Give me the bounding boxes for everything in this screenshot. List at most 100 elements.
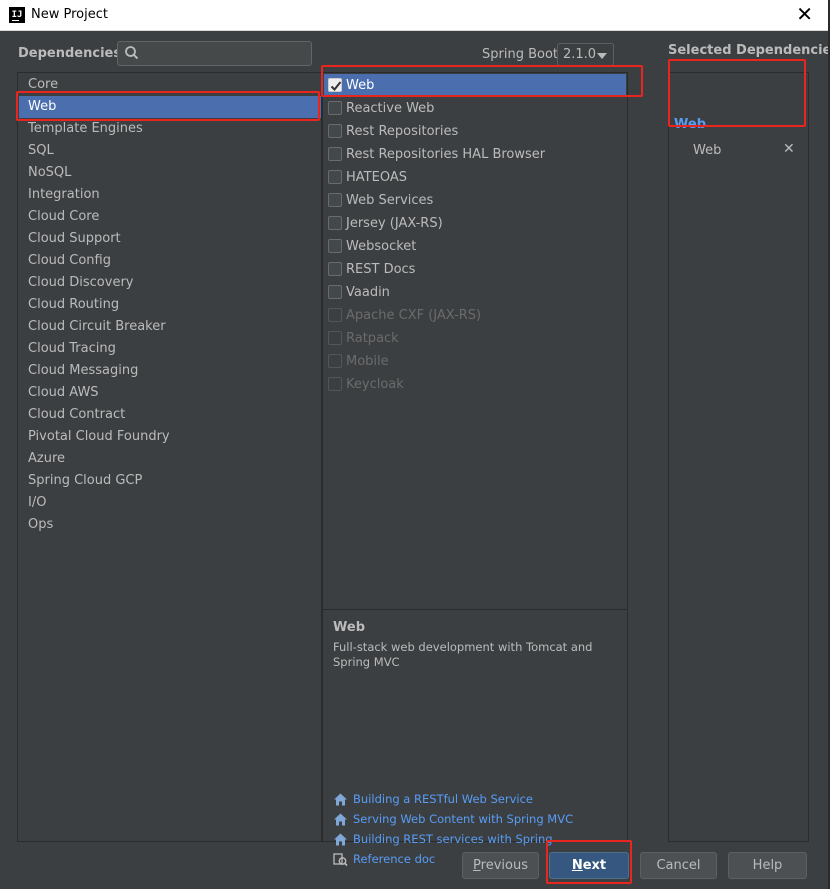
checkbox [328,377,342,391]
doc-link-label: Building a RESTful Web Service [353,792,534,806]
checkbox[interactable] [328,262,342,276]
checkbox[interactable] [328,216,342,230]
category-list: Core Web Template Engines SQL NoSQL Integrati… [17,72,322,842]
doc-link-label: Building REST services with Spring [353,832,553,846]
category-item[interactable]: SQL [19,140,321,162]
category-item[interactable]: Cloud Routing [19,294,321,316]
dependency-label: Jersey (JAX-RS) [346,216,443,231]
intellij-logo-icon: IJ [9,7,25,23]
cancel-button[interactable]: Cancel [640,852,717,879]
dependency-item[interactable]: Jersey (JAX-RS) [324,212,626,235]
dependency-panel: Web Reactive Web Rest Repositories Rest Rep… [322,72,628,867]
selected-item-web: Web [693,143,722,158]
checkbox[interactable] [328,285,342,299]
dependency-label: Rest Repositories [346,124,459,139]
remove-icon[interactable]: ✕ [783,141,795,157]
search-icon [125,46,139,60]
dependency-item: Apache CXF (JAX-RS) [324,304,626,327]
highlight-box-web-dependency [321,65,643,97]
dependency-label: Reactive Web [346,101,435,116]
category-item[interactable]: Cloud Tracing [19,338,321,360]
home-icon [334,813,347,826]
dependency-item: Mobile [324,350,626,373]
dependency-item[interactable]: Websocket [324,235,626,258]
checkbox [328,308,342,322]
dependency-item[interactable]: Reactive Web [324,97,626,120]
checkbox[interactable] [328,239,342,253]
dependency-item: Ratpack [324,327,626,350]
category-item[interactable]: Cloud Discovery [19,272,321,294]
dependency-item[interactable]: Rest Repositories [324,120,626,143]
category-item[interactable]: Cloud Core [19,206,321,228]
doc-link[interactable]: Building REST services with Spring [333,830,553,848]
category-item[interactable]: Cloud Circuit Breaker [19,316,321,338]
dependency-item[interactable]: REST Docs [324,258,626,281]
category-item[interactable]: Ops [19,514,321,536]
spring-boot-label: Spring Boot [482,47,559,62]
dependency-list: Web Reactive Web Rest Repositories Rest Rep… [323,73,627,610]
checkbox[interactable] [328,124,342,138]
window-title: New Project [31,7,108,22]
dependency-label: Keycloak [346,377,404,392]
category-item[interactable]: I/O [19,492,321,514]
close-window-button[interactable]: ✕ [796,4,813,24]
selected-dependencies-panel: Web Web ✕ [668,72,809,842]
highlight-box-selected [668,59,806,127]
category-item[interactable]: Spring Cloud GCP [19,470,321,492]
description-title: Web [333,620,365,635]
dependency-item[interactable]: Web Services [324,189,626,212]
category-item[interactable]: Azure [19,448,321,470]
dependency-item: Keycloak [324,373,626,396]
category-item[interactable]: Cloud Config [19,250,321,272]
selected-dependencies-label: Selected Dependencies [668,43,830,58]
dependency-label: REST Docs [346,262,416,277]
category-item[interactable]: Cloud Support [19,228,321,250]
dependency-item[interactable]: Rest Repositories HAL Browser [324,143,626,166]
spring-boot-version-select[interactable]: 2.1.0 [557,43,614,66]
category-item[interactable]: Integration [19,184,321,206]
new-project-dialog: Dependencies Spring Boot 2.1.0 Selected … [0,31,830,889]
dependency-item[interactable]: Vaadin [324,281,626,304]
dependencies-label: Dependencies [18,46,122,61]
checkbox[interactable] [328,170,342,184]
spring-boot-version-value: 2.1.0 [563,47,597,62]
dependency-label: Mobile [346,354,389,369]
dependency-label: Websocket [346,239,417,254]
previous-label: revious [480,858,528,873]
chevron-down-icon [597,53,607,59]
highlight-box-next [546,840,632,884]
description-text: Full-stack web development with Tomcat a… [333,640,593,669]
category-item[interactable]: Cloud AWS [19,382,321,404]
checkbox[interactable] [328,193,342,207]
category-item[interactable]: Cloud Contract [19,404,321,426]
dependency-label: Vaadin [346,285,390,300]
dependency-label: Rest Repositories HAL Browser [346,147,546,162]
doc-link-label: Serving Web Content with Spring MVC [353,812,574,826]
previous-button[interactable]: Previous [462,852,539,879]
category-item[interactable]: Cloud Messaging [19,360,321,382]
search-input[interactable] [117,41,312,66]
dependency-label: Web Services [346,193,434,208]
help-button[interactable]: Help [728,852,807,879]
dependency-label: Apache CXF (JAX-RS) [346,308,482,323]
home-icon [334,833,347,846]
checkbox[interactable] [328,147,342,161]
dependency-label: Ratpack [346,331,399,346]
doc-link[interactable]: Serving Web Content with Spring MVC [333,810,573,828]
previous-mnemonic: P [473,858,481,873]
doc-link-label: Reference doc [353,852,436,866]
highlight-box-web-category [16,91,320,121]
doc-link[interactable]: Reference doc [333,850,435,868]
checkbox [328,331,342,345]
home-icon [334,793,347,806]
window-titlebar: IJ New Project ✕ [0,0,830,31]
dependency-label: HATEOAS [346,170,407,185]
checkbox [328,354,342,368]
reference-doc-icon [333,853,348,867]
checkbox[interactable] [328,101,342,115]
doc-link[interactable]: Building a RESTful Web Service [333,790,533,808]
category-item[interactable]: Template Engines [19,118,321,140]
dependency-item[interactable]: HATEOAS [324,166,626,189]
category-item[interactable]: NoSQL [19,162,321,184]
category-item[interactable]: Pivotal Cloud Foundry [19,426,321,448]
